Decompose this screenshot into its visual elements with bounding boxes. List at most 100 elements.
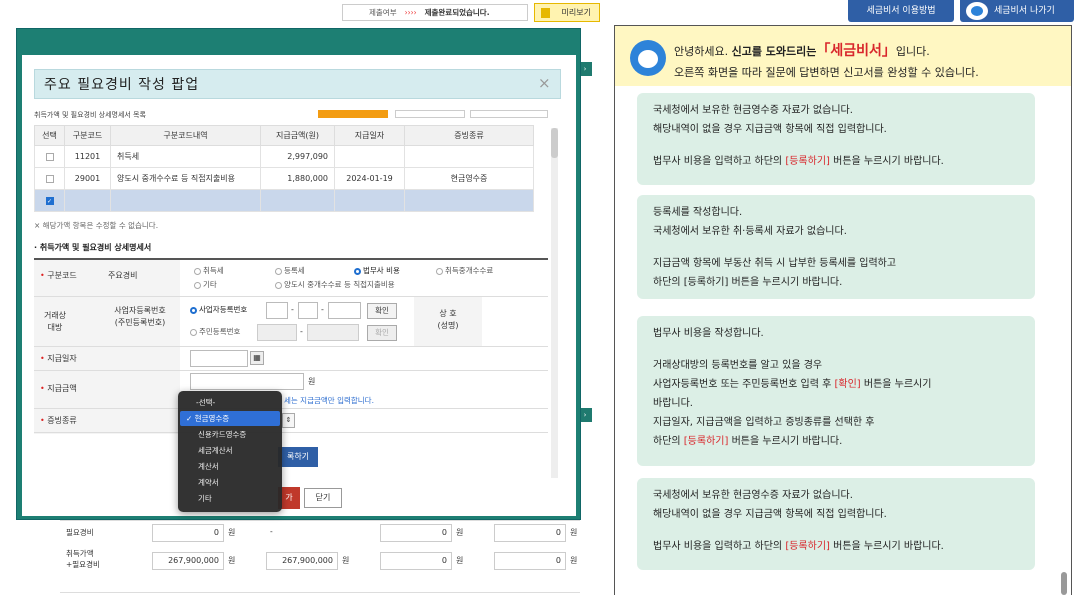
- dropdown-option-selected[interactable]: ✓ 현금영수증: [180, 411, 280, 426]
- bg-unit: 원: [456, 528, 464, 537]
- detail-title: · 취득가액 및 필요경비 상세명세서: [34, 243, 152, 252]
- cell-desc: 양도시 중개수수료 등 직접지출비용: [110, 167, 261, 190]
- id-label: 사업자등록번호 (주민등록번호): [114, 306, 166, 327]
- bg-value: 267,900,000: [266, 552, 338, 570]
- row-checkbox[interactable]: [34, 167, 65, 190]
- cell-code: 29001: [64, 167, 111, 190]
- orange-button[interactable]: [318, 110, 388, 118]
- mascot-icon: [630, 40, 666, 76]
- dropdown-option[interactable]: 신용카드영수증: [178, 427, 282, 442]
- cell-proof: 현금영수증: [404, 167, 534, 190]
- option-acq-brokerage[interactable]: 취득중개수수료: [436, 265, 493, 276]
- divider: [34, 408, 548, 409]
- name-label: 상 호 (성명): [437, 309, 459, 330]
- biz-no-field-3[interactable]: [328, 302, 361, 319]
- cell-amount: 2,997,090: [260, 145, 335, 168]
- dropdown-option[interactable]: 계산서: [178, 459, 282, 474]
- preview-button[interactable]: 미리보기: [534, 3, 600, 22]
- bg-dash: -: [270, 527, 273, 536]
- calendar-icon[interactable]: ▦: [250, 351, 264, 365]
- chevron-down-icon[interactable]: ⇕: [282, 413, 295, 428]
- exit-button[interactable]: 세금비서 나가기: [960, 0, 1074, 22]
- amount-unit: 원: [308, 377, 316, 386]
- col-desc: 구분코드내역: [110, 125, 261, 146]
- modal-title: 주요 필요경비 작성 팝업: [44, 77, 200, 93]
- col-select: 선택: [34, 125, 65, 146]
- divider: [60, 520, 580, 521]
- panel-scrollbar[interactable]: [1061, 572, 1067, 595]
- proof-label: • 증빙종류: [40, 416, 77, 425]
- radio-resident-no[interactable]: 주민등록번호: [190, 326, 240, 337]
- biz-no-field-2[interactable]: [298, 302, 318, 319]
- col-code: 구분코드: [64, 125, 111, 146]
- close-button[interactable]: 닫기: [304, 488, 342, 508]
- table-header: 선택 구분코드 구분코드내역 지급금액(원) 지급일자 증빙종류: [34, 125, 534, 146]
- bg-label-expense: 필요경비: [66, 528, 94, 537]
- row-checkbox[interactable]: ✓: [34, 189, 65, 212]
- bg-label-total: 취득가액 +필요경비: [66, 549, 100, 569]
- table-row[interactable]: 29001 양도시 중개수수료 등 직접지출비용 1,880,000 2024-…: [34, 167, 534, 190]
- amount-input[interactable]: [190, 373, 304, 390]
- preview-label: 미리보기: [561, 8, 591, 17]
- outline-button[interactable]: [470, 110, 548, 118]
- bg-value: 0: [380, 524, 452, 542]
- table-row-selected[interactable]: ✓: [34, 189, 534, 212]
- divider: [60, 592, 580, 593]
- dropdown-option[interactable]: -선택-: [178, 395, 282, 410]
- proof-type-dropdown[interactable]: -선택- ✓ 현금영수증 신용카드영수증 세금계산서 계산서 계약서 기타: [178, 391, 282, 512]
- col-proof: 증빙종류: [404, 125, 534, 146]
- table-row[interactable]: 11201 취득세 2,997,090: [34, 145, 534, 168]
- confirm-button-disabled[interactable]: 확인: [367, 325, 397, 341]
- divider: [34, 370, 548, 371]
- resident-no-field-2[interactable]: [307, 324, 359, 341]
- register-button[interactable]: 록하기: [278, 447, 318, 467]
- brand-name: 「세금비서」: [816, 43, 896, 59]
- option-registration-tax[interactable]: 등록세: [275, 265, 305, 276]
- confirm-button[interactable]: 확인: [367, 303, 397, 319]
- close-icon[interactable]: ×: [538, 74, 551, 92]
- bg-unit: 원: [570, 528, 578, 537]
- option-other[interactable]: 기타: [194, 279, 217, 290]
- dropdown-option[interactable]: 계약서: [178, 475, 282, 490]
- row-checkbox[interactable]: [34, 145, 65, 168]
- dropdown-option[interactable]: 기타: [178, 491, 282, 506]
- dash: -: [300, 327, 303, 336]
- status-arrow: ››››: [404, 8, 417, 17]
- radio-biz-no[interactable]: 사업자등록번호: [190, 304, 247, 315]
- message-bubble: 국세청에서 보유한 현금영수증 자료가 없습니다. 해당내역이 없을 경우 지급…: [637, 93, 1035, 185]
- cell-amount: 1,880,000: [260, 167, 335, 190]
- bg-unit: 원: [342, 556, 350, 565]
- main-expense-label: 주요경비: [108, 271, 138, 280]
- cell-proof: [404, 145, 534, 168]
- date-label: • 지급일자: [40, 354, 77, 363]
- message-bubble: 등록세를 작성합니다. 국세청에서 보유한 취·등록세 자료가 없습니다. 지급…: [637, 195, 1035, 299]
- preview-icon: [541, 8, 550, 18]
- bg-unit: 원: [228, 556, 236, 565]
- option-sale-brokerage[interactable]: 양도시 중개수수료 등 직접지출비용: [275, 279, 395, 290]
- bg-value: 267,900,000: [152, 552, 224, 570]
- amount-label: • 지급금액: [40, 384, 77, 393]
- biz-no-field-1[interactable]: [266, 302, 288, 319]
- note-text: × 해당가액 항목은 수정할 수 없습니다.: [34, 221, 159, 230]
- divider: [34, 432, 548, 433]
- greeting-line-1: 안녕하세요. 신고를 도와드리는「세금비서」입니다.: [674, 43, 930, 59]
- amount-hint: 세는 지급금액만 입력합니다.: [284, 396, 374, 405]
- bg-unit: 원: [456, 556, 464, 565]
- status-value: 제출완료되었습니다.: [424, 8, 490, 17]
- message-bubble: 국세청에서 보유한 현금영수증 자료가 없습니다. 해당내역이 없을 경우 지급…: [637, 478, 1035, 570]
- dropdown-option[interactable]: 세금계산서: [178, 443, 282, 458]
- expense-table: 선택 구분코드 구분코드내역 지급금액(원) 지급일자 증빙종류 11201 취…: [34, 125, 534, 212]
- dash: -: [291, 305, 294, 314]
- option-legal-fee[interactable]: 법무사 비용: [354, 265, 400, 276]
- table-scrollbar[interactable]: [551, 128, 558, 478]
- col-amount: 지급금액(원): [260, 125, 335, 146]
- bg-value: 0: [494, 552, 566, 570]
- message-bubble: 법무사 비용을 작성합니다. 거래상대방의 등록번호를 알고 있을 경우 사업자…: [637, 316, 1035, 466]
- date-input[interactable]: [190, 350, 248, 367]
- cell-code: 11201: [64, 145, 111, 168]
- help-button[interactable]: 세금비서 이용방법: [848, 0, 954, 22]
- option-acquisition-tax[interactable]: 취득세: [194, 265, 224, 276]
- outline-button[interactable]: [395, 110, 465, 118]
- resident-no-field-1[interactable]: [257, 324, 297, 341]
- status-label: 제출여부: [369, 8, 397, 17]
